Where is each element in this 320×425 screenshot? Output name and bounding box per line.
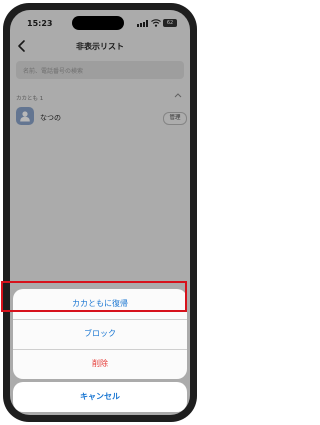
highlight-box (1, 281, 187, 312)
screen: 15:23 62 非表示リスト 名前、電話番号の検索 カカとも 1 なつの 管理… (10, 10, 190, 415)
block-button[interactable]: ブロック (13, 319, 187, 349)
delete-button[interactable]: 削除 (13, 349, 187, 379)
cancel-button[interactable]: キャンセル (13, 382, 187, 412)
phone-frame: 15:23 62 非表示リスト 名前、電話番号の検索 カカとも 1 なつの 管理… (3, 3, 197, 422)
